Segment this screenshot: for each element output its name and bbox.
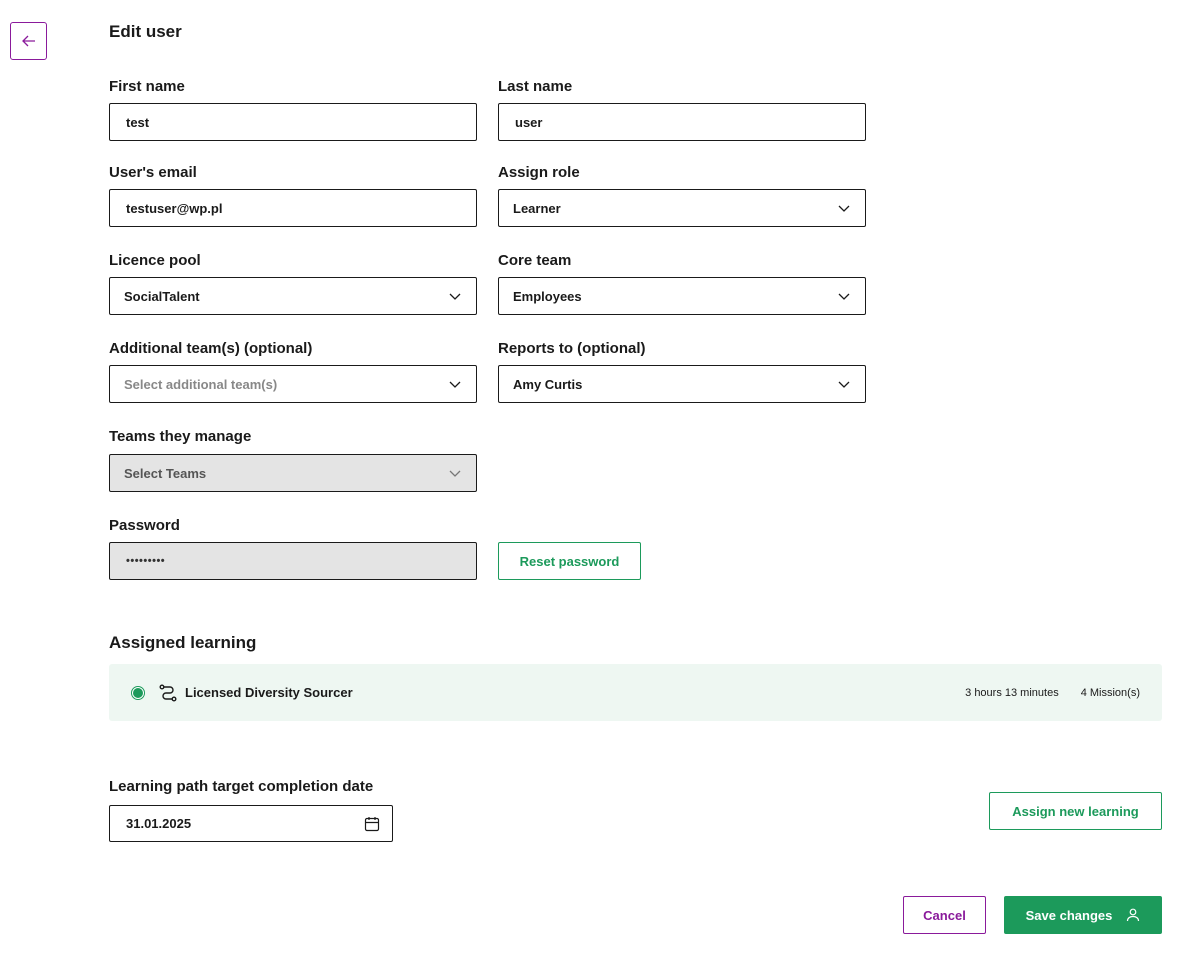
chevron-down-icon [838, 381, 850, 388]
first-name-field[interactable]: test [109, 103, 477, 141]
cancel-button[interactable]: Cancel [903, 896, 986, 934]
chevron-down-icon [449, 293, 461, 300]
first-name-value: test [126, 114, 150, 130]
learning-path-icon [159, 684, 177, 701]
chevron-down-icon [449, 381, 461, 388]
reports-to-value: Amy Curtis [513, 376, 583, 392]
reports-to-select[interactable]: Amy Curtis [498, 365, 866, 403]
completion-date-field[interactable]: 31.01.2025 [109, 805, 393, 842]
calendar-icon[interactable] [364, 816, 380, 832]
licence-pool-label: Licence pool [109, 252, 201, 269]
learning-item[interactable]: Licensed Diversity Sourcer 3 hours 13 mi… [109, 664, 1162, 721]
teams-manage-label: Teams they manage [109, 428, 252, 445]
additional-teams-placeholder: Select additional team(s) [124, 376, 278, 392]
user-icon [1127, 908, 1140, 922]
core-team-value: Employees [513, 288, 582, 304]
learning-duration: 3 hours 13 minutes [965, 686, 1059, 699]
core-team-label: Core team [498, 252, 572, 269]
reset-password-button[interactable]: Reset password [498, 542, 641, 580]
last-name-value: user [515, 114, 543, 130]
email-value: testuser@wp.pl [126, 200, 223, 216]
additional-teams-select[interactable]: Select additional team(s) [109, 365, 477, 403]
chevron-down-icon [838, 205, 850, 212]
email-field[interactable]: testuser@wp.pl [109, 189, 477, 227]
chevron-down-icon [838, 293, 850, 300]
password-value: ••••••••• [126, 555, 166, 567]
core-team-select[interactable]: Employees [498, 277, 866, 315]
chevron-down-icon [449, 470, 461, 477]
role-label: Assign role [498, 164, 580, 181]
learning-title: Licensed Diversity Sourcer [185, 685, 353, 700]
password-field[interactable]: ••••••••• [109, 542, 477, 580]
assigned-learning-title: Assigned learning [109, 633, 257, 652]
last-name-label: Last name [498, 78, 573, 95]
learning-missions: 4 Mission(s) [1080, 686, 1140, 699]
email-label: User's email [109, 164, 197, 181]
completion-date-value: 31.01.2025 [126, 816, 192, 831]
role-select[interactable]: Learner [498, 189, 866, 227]
licence-pool-value: SocialTalent [124, 288, 200, 304]
page-title: Edit user [109, 22, 182, 41]
licence-pool-select[interactable]: SocialTalent [109, 277, 477, 315]
completion-date-label: Learning path target completion date [109, 778, 374, 795]
role-value: Learner [513, 200, 561, 216]
arrow-left-icon [21, 35, 35, 47]
additional-teams-label: Additional team(s) (optional) [109, 340, 313, 357]
first-name-label: First name [109, 78, 185, 95]
teams-manage-select[interactable]: Select Teams [109, 454, 477, 492]
reports-to-label: Reports to (optional) [498, 340, 646, 357]
save-changes-label: Save changes [1025, 907, 1113, 923]
assign-new-learning-button[interactable]: Assign new learning [989, 792, 1162, 830]
learning-radio[interactable] [131, 685, 145, 700]
password-label: Password [109, 517, 180, 534]
save-changes-button[interactable]: Save changes [1004, 896, 1162, 934]
back-button[interactable] [10, 22, 47, 60]
last-name-field[interactable]: user [498, 103, 866, 141]
teams-manage-placeholder: Select Teams [124, 465, 207, 481]
